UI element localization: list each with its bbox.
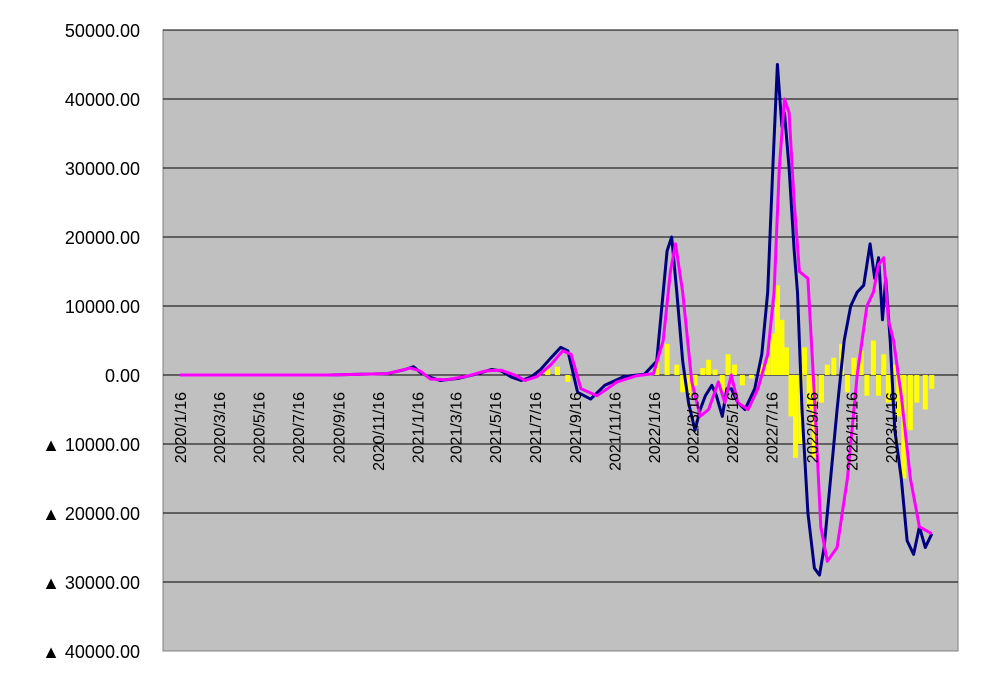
difference-bar bbox=[922, 375, 928, 410]
chart: 50000.00 40000.00 30000.00 20000.00 10000.00… bbox=[42, 21, 959, 662]
x-tick-label: 2021/5/16 bbox=[488, 392, 505, 463]
y-tick-label: 0.00 bbox=[105, 366, 140, 386]
difference-bar bbox=[725, 354, 731, 375]
difference-bar bbox=[712, 369, 718, 375]
x-tick-label: 2021/7/16 bbox=[528, 392, 545, 463]
y-tick-label: 40000.00 bbox=[65, 90, 140, 110]
difference-bar bbox=[774, 285, 780, 375]
difference-bar bbox=[700, 368, 706, 375]
difference-bar bbox=[739, 375, 745, 386]
x-tick-label: 2022/5/16 bbox=[725, 392, 742, 463]
y-tick-label: 30000.00 bbox=[65, 159, 140, 179]
x-tick-label: 2022/7/16 bbox=[765, 392, 782, 463]
difference-bar bbox=[793, 375, 799, 458]
x-tick-label: 2021/3/16 bbox=[449, 392, 466, 463]
difference-bar bbox=[831, 357, 837, 375]
x-tick-label: 2022/9/16 bbox=[805, 392, 822, 463]
y-tick-label: 50000.00 bbox=[65, 21, 140, 41]
y-tick-label: ▲ 20000.00 bbox=[42, 504, 140, 524]
x-tick-label: 2020/7/16 bbox=[291, 392, 308, 463]
x-tick-label: 2022/1/16 bbox=[647, 392, 664, 463]
x-tick-label: 2022/3/16 bbox=[685, 392, 702, 463]
difference-bar bbox=[864, 375, 870, 396]
x-tick-label: 2023/1/16 bbox=[884, 392, 901, 463]
y-tick-label: ▲ 10000.00 bbox=[42, 435, 140, 455]
difference-bar bbox=[802, 347, 808, 375]
difference-bar bbox=[851, 357, 857, 375]
difference-bar bbox=[779, 319, 785, 375]
x-tick-label: 2020/5/16 bbox=[251, 392, 268, 463]
difference-bar bbox=[844, 375, 850, 393]
difference-bar bbox=[881, 354, 887, 375]
difference-bar bbox=[555, 366, 560, 375]
x-tick-label: 2022/11/16 bbox=[844, 392, 861, 471]
difference-bar bbox=[783, 347, 789, 375]
difference-bar bbox=[876, 375, 882, 396]
difference-bar bbox=[748, 375, 754, 379]
x-tick-label: 2020/9/16 bbox=[331, 392, 348, 463]
difference-bar bbox=[664, 343, 670, 375]
plot-area-background bbox=[162, 29, 959, 652]
x-tick-label: 2020/11/16 bbox=[371, 392, 388, 471]
y-tick-label: 20000.00 bbox=[65, 228, 140, 248]
difference-bar bbox=[914, 375, 920, 403]
difference-bar bbox=[788, 375, 794, 417]
difference-bar bbox=[732, 364, 738, 375]
x-tick-label: 2021/11/16 bbox=[608, 392, 625, 471]
difference-bar bbox=[907, 375, 913, 431]
difference-bar bbox=[565, 375, 571, 382]
difference-bar bbox=[824, 364, 830, 375]
x-tick-label: 2020/3/16 bbox=[212, 392, 229, 463]
y-tick-label: ▲ 40000.00 bbox=[42, 642, 140, 662]
y-axis-ticks: 50000.00 40000.00 30000.00 20000.00 10000.00… bbox=[42, 21, 140, 662]
difference-bar bbox=[674, 364, 680, 375]
difference-bar bbox=[870, 340, 876, 375]
difference-bar bbox=[706, 359, 712, 375]
x-tick-label: 2021/1/16 bbox=[410, 392, 427, 463]
y-tick-label: ▲ 30000.00 bbox=[42, 573, 140, 593]
y-tick-label: 10000.00 bbox=[65, 297, 140, 317]
x-tick-label: 2021/9/16 bbox=[568, 392, 585, 463]
difference-bar bbox=[770, 333, 776, 375]
difference-bar bbox=[929, 375, 935, 389]
x-tick-label: 2020/1/16 bbox=[173, 392, 190, 463]
